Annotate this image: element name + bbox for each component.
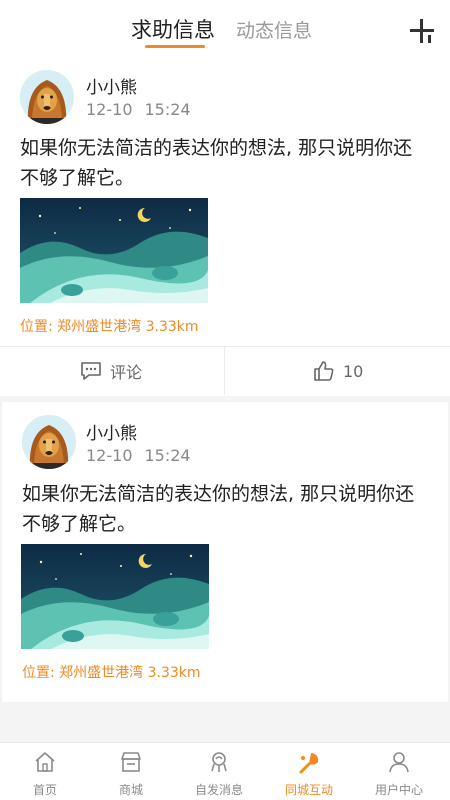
nav-store-label: 商城 — [118, 783, 143, 797]
post-content: 如果你无法简洁的表达你的想法, 那只说明你还不够了解它。 — [20, 137, 413, 189]
nav-post[interactable]: 自发消息 — [174, 743, 264, 800]
nav-user[interactable]: 用户中心 — [354, 743, 444, 800]
top-bar: 求助信息 动态信息 — [0, 0, 450, 60]
location-text: 位置: 郑州盛世港湾 3.33km — [22, 665, 201, 681]
like-button[interactable]: 10 — [313, 347, 363, 395]
comment-label: 评论 — [110, 363, 143, 382]
post-date: 12-10 — [86, 446, 133, 465]
post-image[interactable] — [21, 544, 209, 649]
post-card: 小小熊 12-10 15:24 如果你无法简洁的表达你的想法, 那只说明你还不够了… — [2, 402, 448, 702]
post-date: 12-10 — [86, 100, 133, 119]
nav-home[interactable]: 首页 — [0, 743, 90, 800]
nav-home-label: 首页 — [32, 783, 57, 797]
night-landscape-image — [21, 544, 209, 649]
post-time: 12-10 15:24 — [86, 446, 191, 465]
post-image[interactable] — [20, 198, 208, 303]
night-landscape-image — [20, 198, 208, 303]
user-icon — [389, 752, 409, 773]
post-content: 如果你无法简洁的表达你的想法, 那只说明你还不够了解它。 — [22, 483, 415, 535]
nav-user-label: 用户中心 — [374, 783, 423, 797]
post-clock: 15:24 — [144, 100, 191, 119]
store-icon — [121, 752, 141, 772]
post-clock: 15:24 — [144, 446, 191, 465]
username: 小小熊 — [86, 424, 137, 444]
bottom-nav: 首页 商城 自发消息 同城互动 用户中心 — [0, 742, 450, 800]
post-time: 12-10 15:24 — [86, 100, 191, 119]
add-button[interactable] — [408, 17, 436, 45]
home-icon — [35, 752, 55, 772]
active-tab-indicator — [145, 45, 205, 48]
thumbs-up-icon — [314, 361, 334, 381]
avatar[interactable] — [22, 415, 76, 469]
comment-button[interactable]: 评论 — [80, 347, 142, 395]
nav-store[interactable]: 商城 — [86, 743, 176, 800]
nav-post-label: 自发消息 — [194, 783, 243, 797]
avatar[interactable] — [20, 70, 74, 124]
lion-avatar-icon — [20, 70, 74, 124]
like-count: 10 — [343, 361, 364, 381]
tab-help-info[interactable]: 求助信息 — [131, 14, 215, 44]
location-text: 位置: 郑州盛世港湾 3.33km — [20, 319, 199, 335]
nav-interact[interactable]: 同城互动 — [264, 743, 354, 800]
post-action-bar: 评论 10 — [0, 346, 450, 395]
nav-interact-label: 同城互动 — [284, 783, 333, 797]
post-icon — [211, 752, 227, 772]
comment-icon — [81, 362, 101, 380]
plus-icon — [410, 19, 434, 43]
lion-avatar-icon — [22, 415, 76, 469]
interact-icon — [299, 753, 319, 774]
action-divider — [224, 347, 225, 395]
username: 小小熊 — [86, 78, 137, 98]
tab-dynamic-info[interactable]: 动态信息 — [236, 16, 312, 43]
